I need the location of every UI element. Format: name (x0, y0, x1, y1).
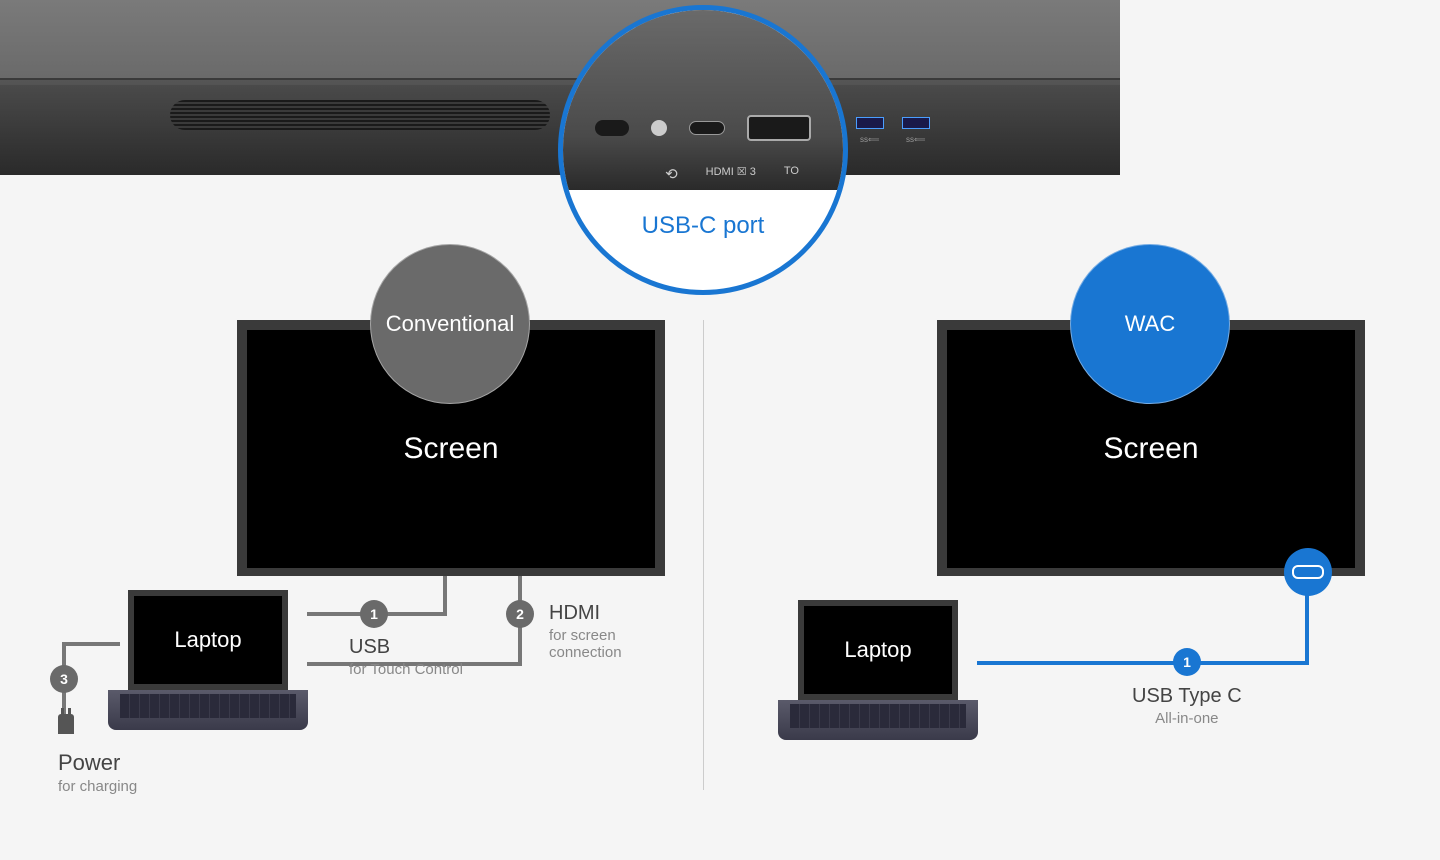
screen-label-left: Screen (403, 432, 498, 466)
badge-wac-label: WAC (1125, 311, 1176, 337)
line-usbc-v (1305, 592, 1309, 665)
label-usbc-title: USB Type C (1132, 685, 1242, 708)
laptop-left-label: Laptop (174, 627, 241, 653)
label-usb: USB for Touch Control (349, 636, 463, 678)
callout-port-labels: ⟲ HDMI ☒ 3 TO (563, 165, 843, 183)
power-plug-icon (58, 714, 74, 734)
laptop-right-label: Laptop (844, 637, 911, 663)
laptop-right-screen: Laptop (798, 600, 958, 700)
vertical-divider (703, 320, 704, 790)
label-hdmi-sub2: connection (549, 644, 622, 661)
badge-conventional: Conventional (370, 244, 530, 404)
screen-label-right: Screen (1103, 432, 1198, 466)
callout-port-sensor-icon (651, 120, 667, 136)
badge-wac: WAC (1070, 244, 1230, 404)
port-usba-1-icon (856, 117, 884, 129)
callout-ports-row (573, 115, 833, 141)
label-usb-sub: for Touch Control (349, 661, 463, 678)
laptop-right-base (778, 700, 978, 740)
line-power-h (62, 642, 120, 646)
laptop-right: Laptop (778, 600, 978, 740)
callout-port-usbc-icon (689, 121, 725, 135)
label-power-title: Power (58, 750, 137, 776)
line-usbc-h (977, 661, 1309, 665)
label-power: Power for charging (58, 750, 137, 795)
num-2-left: 2 (506, 600, 534, 628)
label-usbc: USB Type C All-in-one (1132, 685, 1242, 727)
callout-hdmi-label: HDMI ☒ 3 (706, 165, 756, 183)
line-usb-v (443, 576, 447, 616)
speaker-grill (170, 100, 550, 130)
usbc-port-badge-icon (1284, 548, 1332, 596)
label-usbc-sub: All-in-one (1132, 710, 1242, 727)
usbc-callout: ⟲ HDMI ☒ 3 TO USB-C port (558, 5, 848, 295)
label-power-sub: for charging (58, 778, 137, 795)
port-ss-label-2: ss⟸ (906, 135, 925, 144)
callout-port-hdmi-icon (747, 115, 811, 141)
badge-conventional-label: Conventional (386, 311, 514, 337)
label-hdmi: HDMI for screen connection (549, 602, 622, 661)
callout-usbc-symbol: ⟲ (607, 165, 678, 183)
callout-port-power-icon (595, 120, 629, 136)
laptop-left-screen: Laptop (128, 590, 288, 690)
label-hdmi-title: HDMI (549, 602, 622, 625)
label-usb-title: USB (349, 636, 463, 659)
port-ss-label-1: ss⟸ (860, 135, 879, 144)
num-3-left: 3 (50, 665, 78, 693)
callout-background (563, 10, 843, 190)
callout-touch-label: TO (784, 165, 799, 183)
laptop-left: Laptop (108, 590, 308, 730)
num-1-right: 1 (1173, 648, 1201, 676)
port-usba-2-icon (902, 117, 930, 129)
num-1-left: 1 (360, 600, 388, 628)
callout-title: USB-C port (563, 212, 843, 240)
laptop-left-base (108, 690, 308, 730)
label-hdmi-sub1: for screen (549, 627, 622, 644)
